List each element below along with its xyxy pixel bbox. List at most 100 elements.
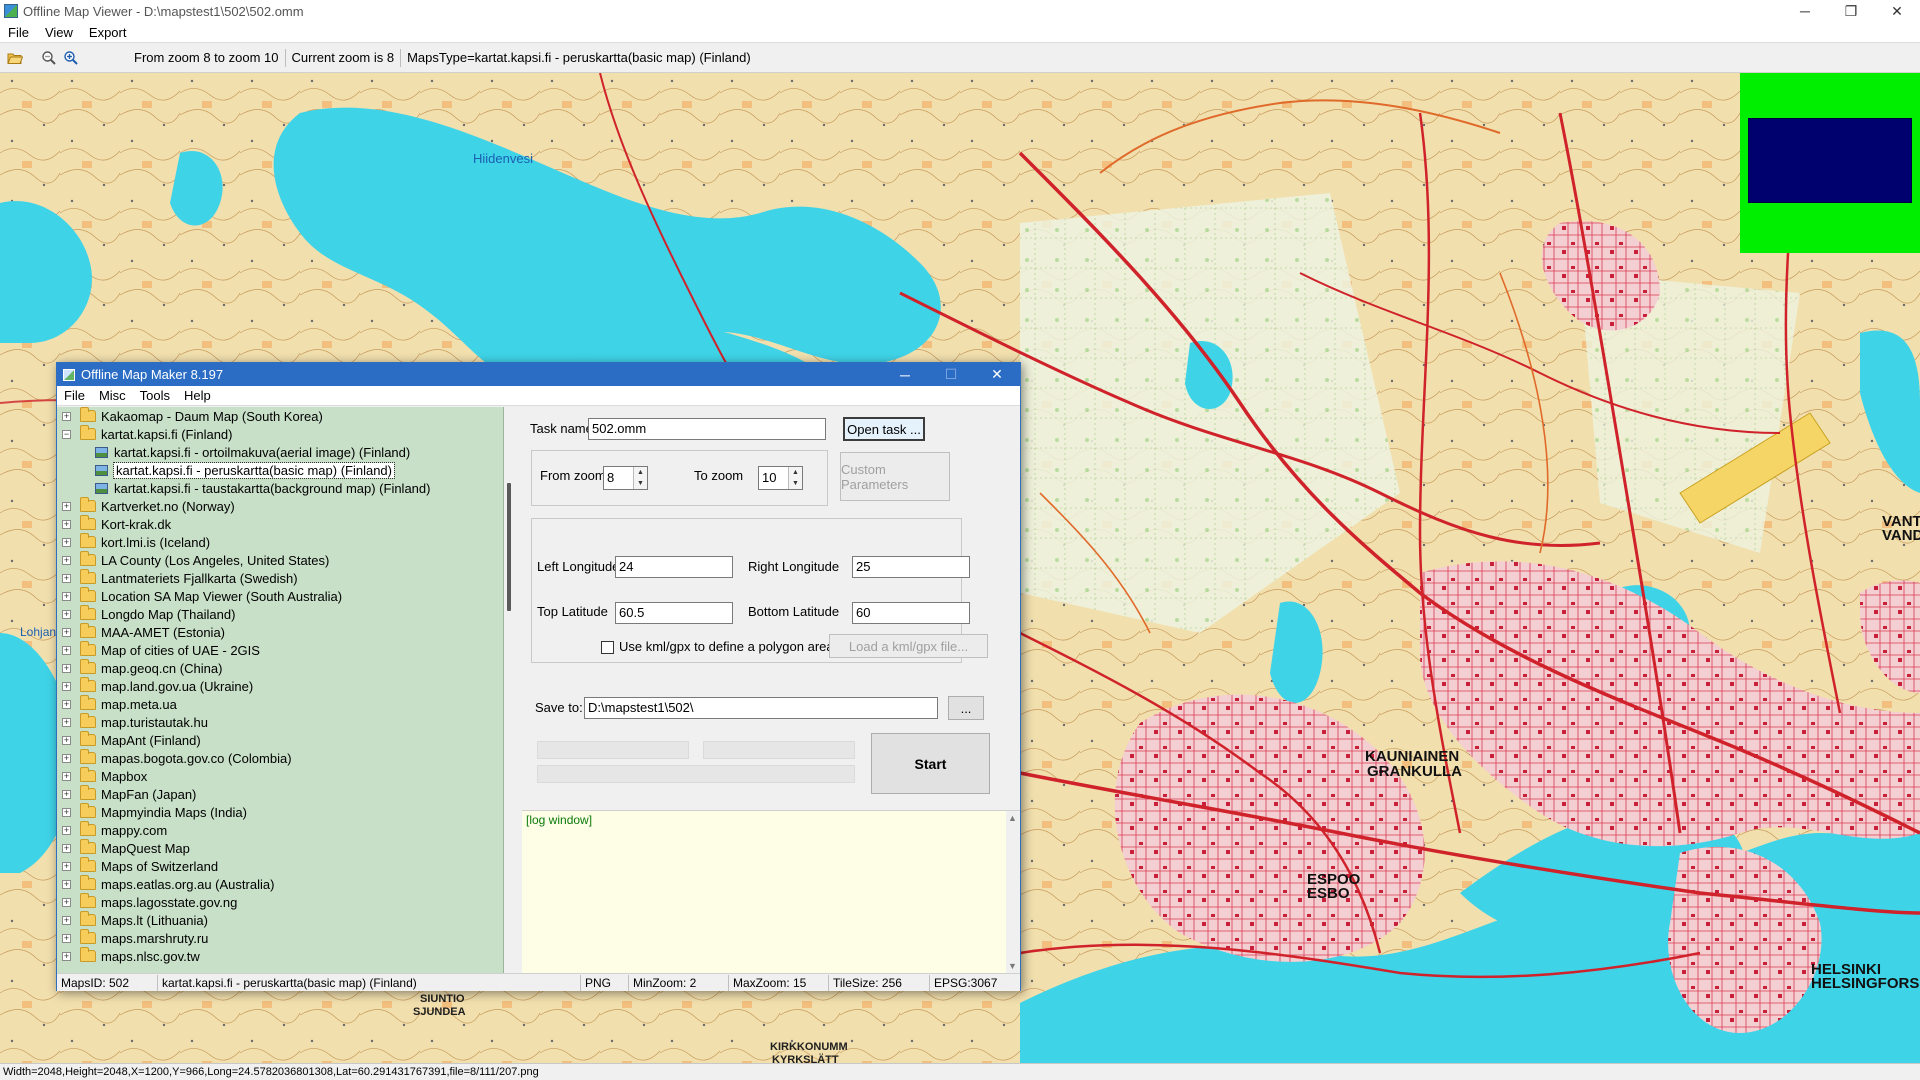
tree-leaf[interactable]: kartat.kapsi.fi - peruskartta(basic map)… <box>57 461 503 479</box>
open-folder-icon[interactable] <box>4 47 26 69</box>
tree-node[interactable]: + maps.lagosstate.gov.ng <box>57 893 503 911</box>
dialog-close-button[interactable]: ✕ <box>974 363 1020 386</box>
expand-icon[interactable]: + <box>62 609 71 619</box>
expand-icon[interactable]: + <box>62 699 71 709</box>
expand-icon[interactable]: + <box>62 861 71 871</box>
tree-node[interactable]: + Longdo Map (Thailand) <box>57 605 503 623</box>
tree-node[interactable]: + kort.lmi.is (Iceland) <box>57 533 503 551</box>
dialog-titlebar[interactable]: Offline Map Maker 8.197 ─ ☐ ✕ <box>57 363 1020 386</box>
from-zoom-spinner[interactable]: 8 ▲ ▼ <box>603 466 648 490</box>
expand-icon[interactable]: + <box>62 717 71 727</box>
dialog-minimize-button[interactable]: ─ <box>882 363 928 386</box>
dialog-menu-tools[interactable]: Tools <box>133 388 177 403</box>
tree-node[interactable]: + mappy.com <box>57 821 503 839</box>
expand-icon[interactable]: + <box>62 627 71 637</box>
log-scroll-down-icon[interactable]: ▼ <box>1008 961 1017 971</box>
tree-node[interactable]: + Maps of Switzerland <box>57 857 503 875</box>
dialog-menu-misc[interactable]: Misc <box>92 388 133 403</box>
expand-icon[interactable]: + <box>62 879 71 889</box>
custom-parameters-button[interactable]: Custom Parameters <box>840 452 950 501</box>
expand-icon[interactable]: + <box>62 789 71 799</box>
expand-icon[interactable]: + <box>62 519 71 529</box>
tree-node[interactable]: + Kort-krak.dk <box>57 515 503 533</box>
top-latitude-input[interactable]: 60.5 <box>615 602 733 624</box>
expand-icon[interactable]: + <box>62 771 71 781</box>
from-zoom-up-icon[interactable]: ▲ <box>634 467 647 478</box>
expand-icon[interactable]: + <box>62 897 71 907</box>
expand-icon[interactable]: + <box>62 933 71 943</box>
tree-node[interactable]: + map.meta.ua <box>57 695 503 713</box>
browse-button[interactable]: ... <box>948 696 984 720</box>
dialog-maximize-button[interactable]: ☐ <box>928 363 974 386</box>
tree-node[interactable]: + Kartverket.no (Norway) <box>57 497 503 515</box>
zoom-out-icon[interactable] <box>38 47 60 69</box>
dialog-menu-file[interactable]: File <box>57 388 92 403</box>
close-button[interactable]: ✕ <box>1874 0 1920 22</box>
bottom-latitude-input[interactable]: 60 <box>852 602 970 624</box>
from-zoom-down-icon[interactable]: ▼ <box>634 478 647 489</box>
tree-node[interactable]: + MapAnt (Finland) <box>57 731 503 749</box>
save-to-input[interactable]: D:\mapstest1\502\ <box>584 697 938 719</box>
expand-icon[interactable]: + <box>62 951 71 961</box>
use-kml-checkbox[interactable] <box>601 641 614 654</box>
dialog-menu-help[interactable]: Help <box>177 388 218 403</box>
expand-icon[interactable]: + <box>62 591 71 601</box>
log-scroll-up-icon[interactable]: ▲ <box>1008 813 1017 823</box>
expand-icon[interactable]: + <box>62 663 71 673</box>
tree-node[interactable]: + Location SA Map Viewer (South Australia… <box>57 587 503 605</box>
menu-export[interactable]: Export <box>81 25 135 40</box>
start-button[interactable]: Start <box>871 733 990 794</box>
tree-node[interactable]: + Mapbox <box>57 767 503 785</box>
tree-node[interactable]: − kartat.kapsi.fi (Finland) <box>57 425 503 443</box>
expand-icon[interactable]: + <box>62 555 71 565</box>
log-window[interactable]: [log window] ▲ ▼ <box>522 810 1020 973</box>
expand-icon[interactable]: + <box>62 807 71 817</box>
expand-icon[interactable]: + <box>62 537 71 547</box>
minimap-viewport[interactable] <box>1748 118 1912 203</box>
tree-node[interactable]: + Lantmateriets Fjallkarta (Swedish) <box>57 569 503 587</box>
tree-node[interactable]: + MapFan (Japan) <box>57 785 503 803</box>
tree-node[interactable]: + maps.eatlas.org.au (Australia) <box>57 875 503 893</box>
tree-node[interactable]: + mapas.bogota.gov.co (Colombia) <box>57 749 503 767</box>
to-zoom-spinner[interactable]: 10 ▲ ▼ <box>758 466 803 490</box>
expand-icon[interactable]: + <box>62 645 71 655</box>
zoom-in-icon[interactable] <box>60 47 82 69</box>
menu-view[interactable]: View <box>37 25 81 40</box>
menu-file[interactable]: File <box>0 25 37 40</box>
tree-node[interactable]: + Mapmyindia Maps (India) <box>57 803 503 821</box>
tree-node[interactable]: + Maps.lt (Lithuania) <box>57 911 503 929</box>
minimize-button[interactable]: ─ <box>1782 0 1828 22</box>
tree-leaf[interactable]: kartat.kapsi.fi - taustakartta(backgroun… <box>57 479 503 497</box>
open-task-button[interactable]: Open task ... <box>843 417 925 441</box>
expand-icon[interactable]: + <box>62 411 71 421</box>
overview-minimap[interactable] <box>1740 73 1920 253</box>
tree-node[interactable]: + maps.marshruty.ru <box>57 929 503 947</box>
restore-button[interactable]: ❐ <box>1828 0 1874 22</box>
expand-icon[interactable]: + <box>62 573 71 583</box>
load-kml-button[interactable]: Load a kml/gpx file... <box>829 634 988 658</box>
right-longitude-input[interactable]: 25 <box>852 556 970 578</box>
tree-node[interactable]: + LA County (Los Angeles, United States) <box>57 551 503 569</box>
tree-node[interactable]: + MapQuest Map <box>57 839 503 857</box>
tree-node[interactable]: + map.land.gov.ua (Ukraine) <box>57 677 503 695</box>
collapse-icon[interactable]: − <box>62 429 71 439</box>
expand-icon[interactable]: + <box>62 825 71 835</box>
to-zoom-up-icon[interactable]: ▲ <box>789 467 802 478</box>
expand-icon[interactable]: + <box>62 681 71 691</box>
task-name-input[interactable]: 502.omm <box>588 418 826 440</box>
tree-node[interactable]: + map.geoq.cn (China) <box>57 659 503 677</box>
expand-icon[interactable]: + <box>62 735 71 745</box>
log-scrollbar[interactable]: ▲ ▼ <box>1006 811 1020 973</box>
left-longitude-input[interactable]: 24 <box>615 556 733 578</box>
tree-node[interactable]: + maps.nlsc.gov.tw <box>57 947 503 965</box>
expand-icon[interactable]: + <box>62 915 71 925</box>
tree-leaf[interactable]: kartat.kapsi.fi - ortoilmakuva(aerial im… <box>57 443 503 461</box>
tree-scrollbar[interactable] <box>507 483 511 611</box>
expand-icon[interactable]: + <box>62 501 71 511</box>
expand-icon[interactable]: + <box>62 843 71 853</box>
tree-node[interactable]: + Kakaomap - Daum Map (South Korea) <box>57 407 503 425</box>
to-zoom-down-icon[interactable]: ▼ <box>789 478 802 489</box>
map-source-tree[interactable]: + Kakaomap - Daum Map (South Korea) − karta… <box>57 407 504 973</box>
tree-node[interactable]: + Map of cities of UAE - 2GIS <box>57 641 503 659</box>
tree-node[interactable]: + MAA-AMET (Estonia) <box>57 623 503 641</box>
